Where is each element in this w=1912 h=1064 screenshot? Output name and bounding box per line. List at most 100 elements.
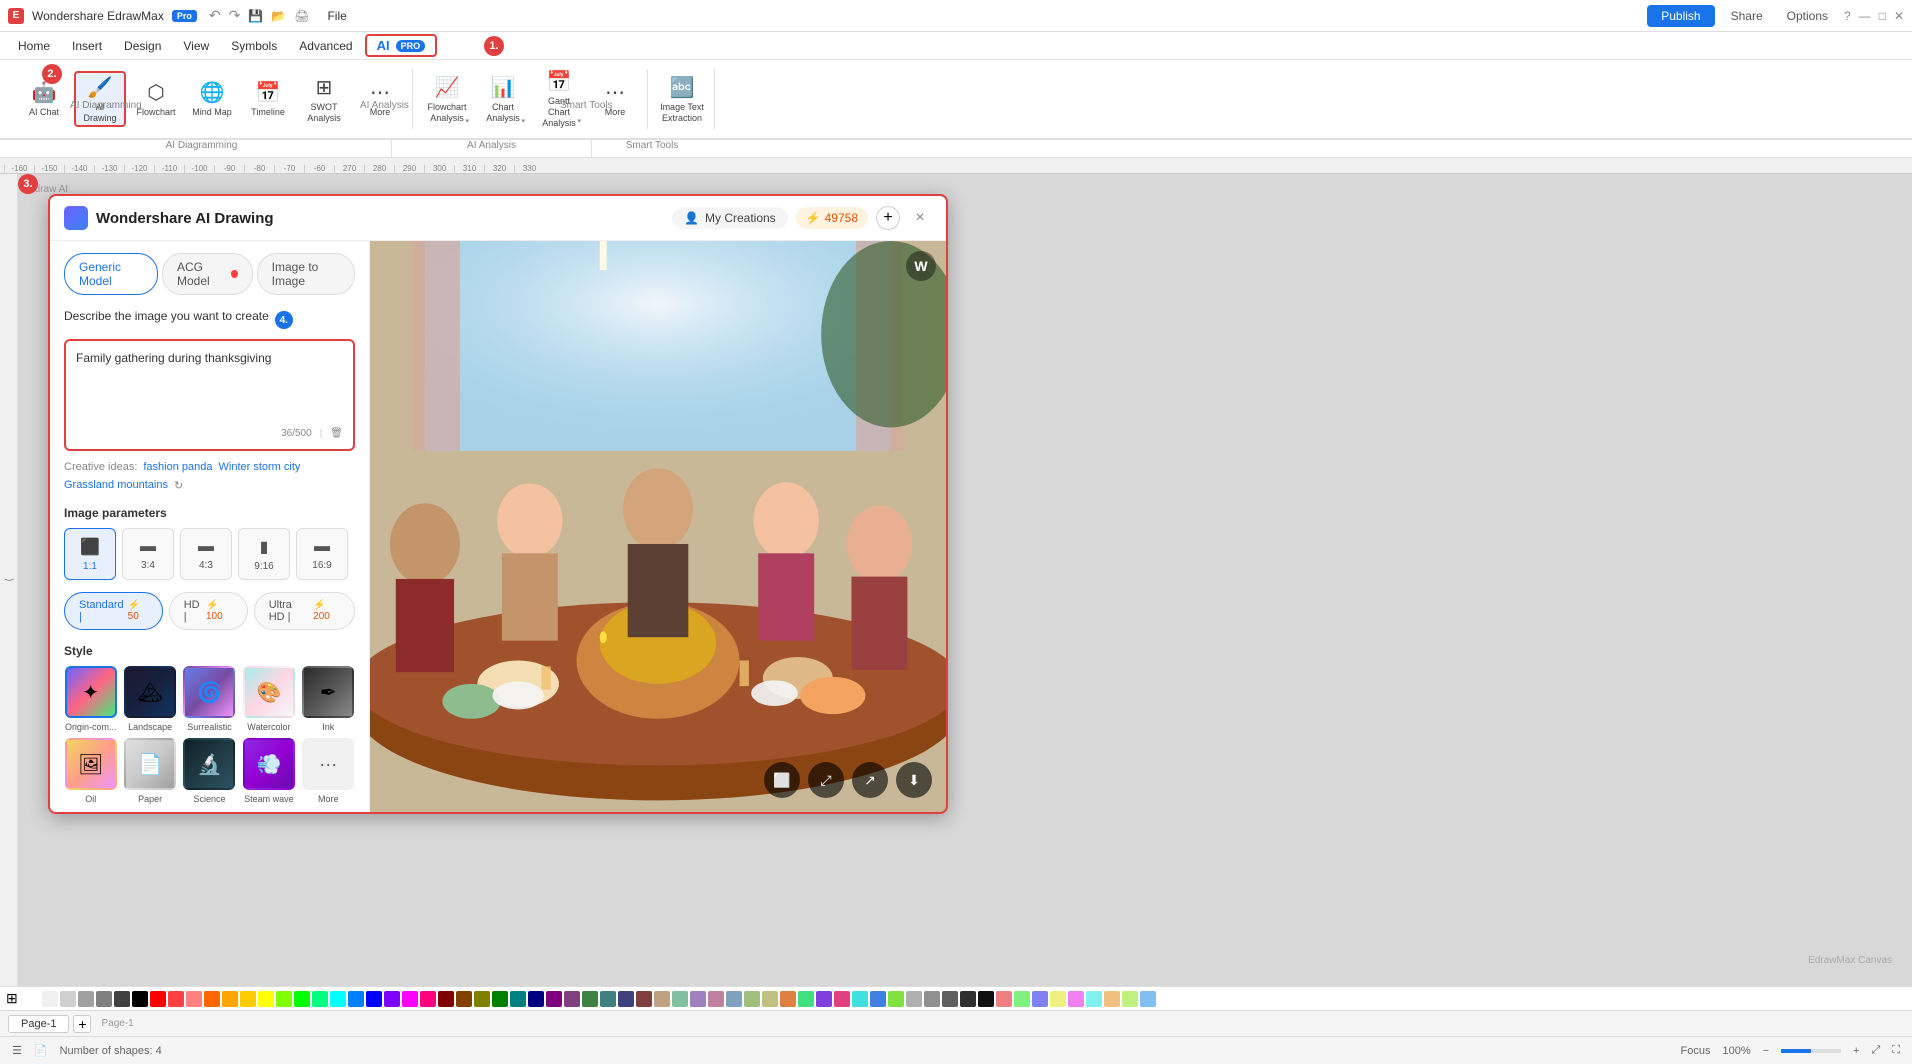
minimize-btn[interactable]: —: [1859, 9, 1871, 23]
expand-btn[interactable]: ⤢: [808, 762, 844, 798]
color-swatch[interactable]: [816, 991, 832, 1007]
color-swatch[interactable]: [1086, 991, 1102, 1007]
tool-image-text[interactable]: 🔤 Image Text Extraction: [656, 71, 708, 127]
quality-hd[interactable]: HD | ⚡ 100: [169, 592, 248, 630]
color-swatch[interactable]: [492, 991, 508, 1007]
color-swatch[interactable]: [168, 991, 184, 1007]
color-swatch[interactable]: [510, 991, 526, 1007]
save-btn[interactable]: 💾: [248, 9, 263, 23]
ratio-3-4[interactable]: ▬ 3:4: [122, 528, 174, 580]
zoom-in-btn[interactable]: +: [1853, 1045, 1859, 1057]
color-swatch[interactable]: [600, 991, 616, 1007]
color-swatch[interactable]: [258, 991, 274, 1007]
tool-swot[interactable]: ⊞ SWOT Analysis: [298, 71, 350, 127]
color-swatch[interactable]: [780, 991, 796, 1007]
style-steam-wave[interactable]: 💨 Steam wave: [242, 738, 295, 804]
color-swatch[interactable]: [330, 991, 346, 1007]
color-swatch[interactable]: [672, 991, 688, 1007]
maximize-btn[interactable]: □: [1879, 9, 1886, 23]
page-tab-1[interactable]: Page-1: [8, 1015, 69, 1033]
color-swatch[interactable]: [1068, 991, 1084, 1007]
tab-acg-model[interactable]: ACG Model: [162, 253, 253, 295]
color-swatch[interactable]: [60, 991, 76, 1007]
color-swatch[interactable]: [1122, 991, 1138, 1007]
color-swatch[interactable]: [240, 991, 256, 1007]
menu-insert[interactable]: Insert: [62, 35, 112, 57]
style-oil[interactable]: 🖼 Oil: [64, 738, 117, 804]
color-swatch[interactable]: [78, 991, 94, 1007]
add-page-btn[interactable]: +: [73, 1015, 91, 1033]
style-paper[interactable]: 📄 Paper: [123, 738, 176, 804]
color-swatch[interactable]: [1032, 991, 1048, 1007]
copy-to-canvas-btn[interactable]: ⬜: [764, 762, 800, 798]
print-btn[interactable]: 🖨: [294, 9, 309, 23]
color-swatch[interactable]: [312, 991, 328, 1007]
quality-standard[interactable]: Standard | ⚡ 50: [64, 592, 163, 630]
color-swatch[interactable]: [870, 991, 886, 1007]
menu-ai-tab[interactable]: AI PRO: [365, 34, 438, 57]
color-swatch[interactable]: [348, 991, 364, 1007]
color-swatch[interactable]: [1050, 991, 1066, 1007]
my-creations-btn[interactable]: 👤 My Creations: [672, 207, 788, 229]
style-origin[interactable]: ✦ Origin-com...: [64, 666, 117, 732]
zoom-slider[interactable]: [1781, 1049, 1841, 1053]
color-swatch[interactable]: [294, 991, 310, 1007]
menu-home[interactable]: Home: [8, 35, 60, 57]
color-swatch[interactable]: [528, 991, 544, 1007]
color-swatch[interactable]: [924, 991, 940, 1007]
share-image-btn[interactable]: ↗: [852, 762, 888, 798]
color-swatch[interactable]: [1104, 991, 1120, 1007]
idea-winter-storm[interactable]: Winter storm city: [219, 461, 301, 473]
tool-mind-map[interactable]: 🌐 Mind Map: [186, 71, 238, 127]
style-surrealistic[interactable]: 🌀 Surrealistic: [183, 666, 236, 732]
style-ink[interactable]: ✒ Ink: [302, 666, 355, 732]
fit-page-btn[interactable]: ⤢: [1871, 1044, 1880, 1057]
style-watercolor[interactable]: 🎨 Watercolor: [242, 666, 295, 732]
color-swatch[interactable]: [366, 991, 382, 1007]
tool-ai-drawing[interactable]: 🖌️ AI Drawing: [74, 71, 126, 127]
color-swatch[interactable]: [690, 991, 706, 1007]
menu-view[interactable]: View: [173, 35, 219, 57]
color-swatch[interactable]: [744, 991, 760, 1007]
sidebar-toggle[interactable]: ⟩: [3, 578, 14, 582]
menu-file[interactable]: File: [317, 5, 356, 27]
color-swatch[interactable]: [384, 991, 400, 1007]
ratio-1-1[interactable]: ⬛ 1:1: [64, 528, 116, 580]
tab-generic-model[interactable]: Generic Model: [64, 253, 158, 295]
color-swatch[interactable]: [852, 991, 868, 1007]
color-swatch[interactable]: [636, 991, 652, 1007]
color-swatch[interactable]: [150, 991, 166, 1007]
color-swatch[interactable]: [402, 991, 418, 1007]
describe-textarea[interactable]: Family gathering during thanksgiving: [76, 351, 343, 421]
color-swatch[interactable]: [96, 991, 112, 1007]
color-swatch[interactable]: [798, 991, 814, 1007]
idea-grassland[interactable]: Grassland mountains: [64, 479, 168, 492]
color-swatch[interactable]: [582, 991, 598, 1007]
panel-close-btn[interactable]: ×: [908, 206, 932, 230]
quality-ultra-hd[interactable]: Ultra HD | ⚡ 200: [254, 592, 355, 630]
color-swatch[interactable]: [276, 991, 292, 1007]
redo-btn[interactable]: ↷: [229, 7, 241, 24]
tool-more-2[interactable]: ⋯ More: [589, 71, 641, 127]
color-palette-toggle[interactable]: ⊞: [6, 990, 18, 1007]
color-swatch[interactable]: [978, 991, 994, 1007]
color-swatch[interactable]: [762, 991, 778, 1007]
tool-flowchart-analysis[interactable]: 📈 Flowchart Analysis ▾: [421, 71, 473, 127]
style-more[interactable]: ··· More: [302, 738, 355, 804]
refresh-ideas-icon[interactable]: ↻: [174, 479, 183, 492]
color-swatch[interactable]: [1140, 991, 1156, 1007]
color-swatch[interactable]: [996, 991, 1012, 1007]
menu-advanced[interactable]: Advanced: [289, 35, 362, 57]
tool-chart-analysis[interactable]: 📊 Chart Analysis ▾: [477, 71, 529, 127]
color-swatch[interactable]: [114, 991, 130, 1007]
color-swatch[interactable]: [204, 991, 220, 1007]
tool-timeline[interactable]: 📅 Timeline: [242, 71, 294, 127]
download-btn[interactable]: ⬇: [896, 762, 932, 798]
tool-more-1[interactable]: ⋯ More: [354, 71, 406, 127]
color-swatch[interactable]: [438, 991, 454, 1007]
focus-btn[interactable]: Focus: [1681, 1045, 1711, 1057]
color-swatch[interactable]: [474, 991, 490, 1007]
color-swatch[interactable]: [708, 991, 724, 1007]
ratio-4-3[interactable]: ▬ 4:3: [180, 528, 232, 580]
style-landscape[interactable]: 🏔 Landscape: [123, 666, 176, 732]
